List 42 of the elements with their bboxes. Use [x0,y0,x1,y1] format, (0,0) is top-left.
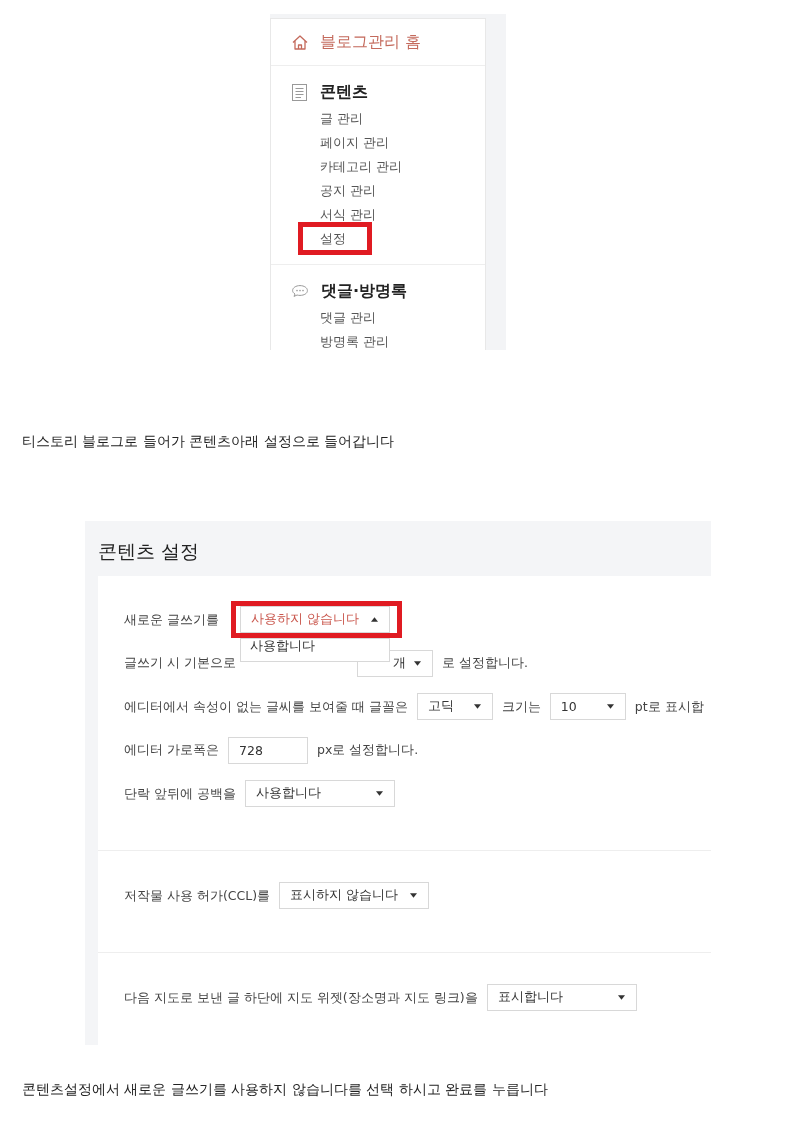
setting-label: px로 설정합니다. [317,741,419,759]
menu-item[interactable]: 댓글 관리 [320,309,377,327]
caption-text: 콘텐츠설정에서 새로운 글쓰기를 사용하지 않습니다를 선택 하시고 완료를 누릅니다 [21,1080,549,1099]
caret-icon [371,617,378,622]
caret-icon [410,893,418,898]
menu-section-title: 댓글·방명록 [321,280,408,302]
caret-icon [617,995,625,1000]
setting-label: 에디터에서 속성이 없는 글씨를 보여줄 때 글꼴은 [124,697,408,716]
dropdown-select[interactable]: 10 [549,693,626,720]
menu-item[interactable]: 설정 [320,230,346,248]
setting-label: 로 설정합니다. [441,654,528,672]
caption-text: 티스토리 블로그로 들어가 콘텐츠아래 설정으로 들어갑니다 [21,432,396,451]
home-icon [292,34,308,50]
setting-label: 크기는 [501,697,541,716]
input-field[interactable]: 728 [228,736,308,764]
menu-section-title: 콘텐츠 [320,81,368,103]
dropdown-select[interactable]: 사용합니다 [244,780,395,807]
setting-label: 글쓰기 시 기본으로 [124,654,236,672]
dropdown-select[interactable]: 고딕 [416,693,493,720]
setting-label: 저작물 사용 허가(CCL)를 [124,886,271,905]
setting-label: pt로 표시합 [634,697,704,716]
menu-item[interactable]: 페이지 관리 [320,134,390,152]
setting-label: 다음 지도로 보낸 글 하단에 지도 위젯(장소명과 지도 링크)을 [124,988,478,1007]
dropdown-select[interactable]: 사용하지 않습니다 [240,606,390,633]
setting-label: 에디터 가로폭은 [124,741,219,759]
caret-icon [413,660,421,666]
speech-bubble-icon [292,285,308,297]
menu-item[interactable]: 방명록 관리 [320,333,390,350]
dropdown-select[interactable]: 표시합니다 [486,984,637,1011]
menu-item[interactable]: 공지 관리 [320,182,377,200]
menu-item[interactable]: 글 관리 [320,110,364,128]
panel-title: 콘텐츠 설정 [97,539,201,564]
setting-label: 새로운 글쓰기를 [124,610,219,629]
caret-icon [375,791,383,796]
menu-item[interactable]: 카테고리 관리 [320,158,403,176]
dropdown-select[interactable]: 표시하지 않습니다 [279,882,430,909]
blog-home-link[interactable]: 블로그관리 홈 [320,32,422,52]
document-icon [292,83,307,101]
setting-label: 단락 앞뒤에 공백을 [124,784,236,803]
caret-icon [606,704,614,709]
caret-icon [473,704,481,709]
menu-item[interactable]: 서식 관리 [320,206,377,224]
